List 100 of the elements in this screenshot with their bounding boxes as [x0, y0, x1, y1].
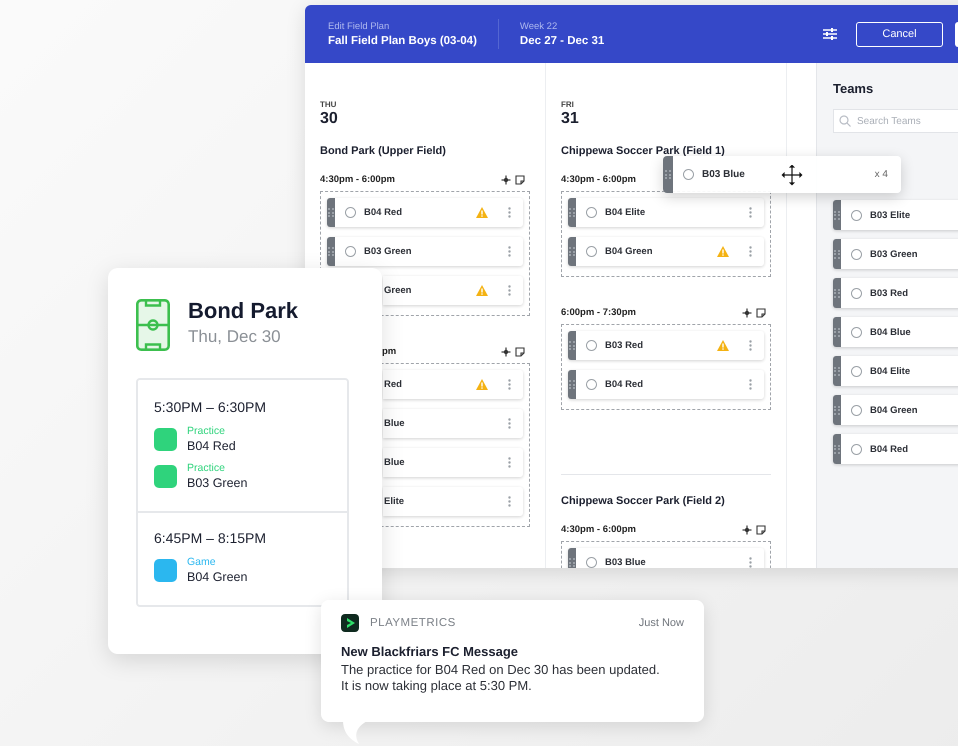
radio-button[interactable] — [851, 210, 862, 220]
drag-count: x 4 — [874, 169, 888, 180]
drag-handle[interactable] — [833, 434, 841, 464]
drag-handle[interactable] — [568, 237, 576, 266]
event-time: 6:45PM – 8:15PM — [154, 530, 268, 546]
team-item[interactable]: B03 Red — [833, 278, 958, 308]
drag-handle[interactable] — [833, 317, 841, 347]
note-icon[interactable] — [756, 524, 766, 534]
event-type: Practice — [187, 462, 226, 474]
more-icon[interactable] — [508, 246, 511, 257]
time-slot-label: 4:30pm - 6:00pm — [561, 524, 636, 535]
weekday-label: FRI — [561, 100, 575, 109]
radio-button[interactable] — [586, 379, 597, 390]
team-item[interactable]: B04 Blue — [833, 317, 958, 347]
team-name: B03 Green — [870, 248, 919, 260]
radio-button[interactable] — [851, 248, 862, 260]
more-icon[interactable] — [749, 207, 752, 218]
notification-time: Just Now — [638, 617, 684, 629]
drag-handle[interactable] — [833, 395, 841, 425]
team-item[interactable]: B03 Green — [327, 237, 523, 266]
drag-handle[interactable] — [327, 237, 335, 266]
drag-handle[interactable] — [663, 156, 673, 193]
radio-button[interactable] — [345, 207, 356, 218]
move-icon[interactable] — [742, 524, 752, 534]
drag-handle[interactable] — [568, 370, 576, 399]
dragged-team-card[interactable]: B03 Blue x 4 — [663, 156, 901, 193]
team-item[interactable]: B04 Red — [568, 370, 764, 399]
radio-button[interactable] — [851, 326, 862, 338]
time-slot-label: 6:00pm - 7:30pm — [561, 307, 636, 318]
radio-button[interactable] — [586, 246, 597, 257]
more-icon[interactable] — [508, 207, 511, 218]
venue-name: Chippewa Soccer Park (Field 1) — [561, 145, 726, 157]
drag-handle[interactable] — [568, 198, 576, 227]
team-name: B04 Red — [364, 207, 404, 218]
radio-button[interactable] — [586, 557, 597, 568]
team-item[interactable]: Blue — [383, 409, 523, 438]
team-item[interactable]: B04 Elite — [568, 198, 764, 227]
drag-handle[interactable] — [327, 198, 335, 227]
team-item[interactable]: B03 Blue — [568, 548, 764, 568]
drag-handle[interactable] — [833, 356, 841, 386]
team-item[interactable]: B04 Green — [568, 237, 764, 266]
drag-handle[interactable] — [833, 200, 841, 230]
team-item[interactable]: B03 Green — [833, 239, 958, 269]
more-icon[interactable] — [749, 340, 752, 351]
more-icon[interactable] — [508, 496, 511, 507]
drag-handle[interactable] — [568, 331, 576, 360]
radio-button[interactable] — [851, 288, 862, 298]
radio-button[interactable] — [586, 207, 597, 218]
team-name: B03 Red — [605, 340, 644, 351]
more-icon[interactable] — [508, 418, 511, 429]
more-icon[interactable] — [749, 379, 752, 390]
team-name: B03 Elite — [870, 210, 912, 220]
move-icon[interactable] — [501, 346, 511, 356]
note-icon[interactable] — [756, 308, 766, 318]
more-icon[interactable] — [749, 246, 752, 257]
team-item[interactable]: B03 Elite — [833, 200, 958, 230]
soccer-field-icon — [136, 299, 170, 351]
team-item[interactable]: B04 Red — [833, 434, 958, 464]
radio-button[interactable] — [851, 444, 862, 454]
note-icon[interactable] — [515, 174, 525, 184]
move-icon[interactable] — [742, 308, 752, 318]
venue-name: Chippewa Soccer Park (Field 2) — [561, 495, 726, 507]
team-item[interactable]: B03 Red — [568, 331, 764, 360]
team-name: Red — [384, 379, 403, 390]
search-field[interactable]: Search Teams — [833, 109, 958, 133]
time-slot-label: 4:30pm - 6:00pm — [320, 174, 395, 185]
drag-handle[interactable] — [833, 278, 841, 308]
team-item[interactable]: Blue — [383, 448, 523, 477]
more-icon[interactable] — [508, 457, 511, 468]
day-number: 30 — [320, 110, 339, 128]
team-item[interactable]: B04 Red — [327, 198, 523, 227]
note-icon[interactable] — [515, 346, 525, 356]
team-name: B03 Blue — [605, 557, 647, 568]
radio-button[interactable] — [683, 169, 694, 180]
radio-button[interactable] — [851, 404, 862, 416]
team-name: B04 Red — [605, 379, 644, 390]
venue-title: Bond Park — [188, 298, 298, 324]
filter-icon[interactable] — [823, 28, 837, 40]
team-name: B04 Elite — [870, 366, 912, 376]
day-number: 31 — [561, 110, 580, 128]
more-icon[interactable] — [508, 379, 511, 390]
team-item[interactable]: Elite — [383, 487, 523, 516]
team-item[interactable]: Green — [383, 276, 523, 305]
team-name: Green — [384, 285, 412, 296]
plan-title: Fall Field Plan Boys (03-04) — [328, 35, 477, 47]
radio-button[interactable] — [851, 366, 862, 376]
team-item[interactable]: B04 Green — [833, 395, 958, 425]
cancel-button[interactable]: Cancel — [856, 22, 943, 46]
move-icon[interactable] — [501, 174, 511, 184]
more-icon[interactable] — [749, 557, 752, 568]
radio-button[interactable] — [586, 340, 597, 351]
more-icon[interactable] — [508, 285, 511, 296]
team-item[interactable]: B04 Elite — [833, 356, 958, 386]
radio-button[interactable] — [345, 246, 356, 257]
team-name: B03 Red — [870, 288, 910, 298]
team-item[interactable]: Red — [383, 370, 523, 399]
week-label: Week 22 — [520, 21, 558, 32]
warning-icon — [476, 285, 488, 296]
drag-handle[interactable] — [833, 239, 841, 269]
warning-icon — [476, 207, 488, 218]
